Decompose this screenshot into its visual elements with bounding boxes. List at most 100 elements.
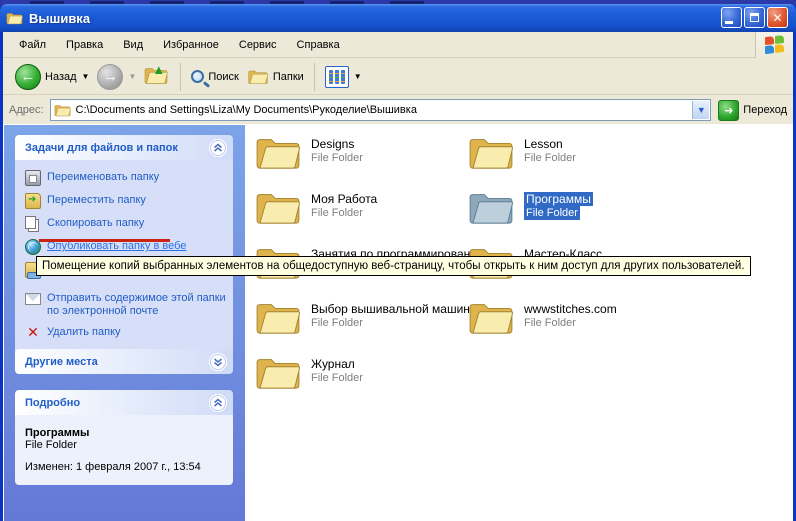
back-arrow-icon: ←: [15, 64, 41, 90]
details-modified: Изменен: 1 февраля 2007 г., 13:54: [25, 461, 223, 473]
views-button[interactable]: ▼: [321, 64, 366, 90]
collapse-chevron-icon[interactable]: [209, 394, 227, 412]
windows-logo-pane: [755, 32, 793, 58]
rename-icon: [25, 170, 41, 186]
address-bar: Адрес: C:\Documents and Settings\Liza\My…: [3, 96, 793, 125]
folder-tile-zhurnal[interactable]: ЖурналFile Folder: [255, 353, 460, 395]
file-folder-tasks-header[interactable]: Задачи для файлов и папок: [15, 135, 233, 160]
go-label: Переход: [743, 104, 787, 116]
file-folder-tasks-panel: Задачи для файлов и папок Переименовать …: [15, 135, 233, 358]
up-arrow-glyph: ▲: [152, 62, 165, 77]
folder-type: File Folder: [524, 151, 576, 165]
folder-tile-lesson[interactable]: LessonFile Folder: [468, 133, 673, 175]
task-copy-folder[interactable]: Скопировать папку: [25, 216, 227, 232]
address-path: C:\Documents and Settings\Liza\My Docume…: [76, 104, 417, 116]
close-button[interactable]: ✕: [767, 7, 788, 28]
address-label: Адрес:: [9, 104, 44, 116]
folder-tile-designs[interactable]: DesignsFile Folder: [255, 133, 460, 175]
title-bar[interactable]: Вышивка ✕: [0, 4, 796, 32]
folder-icon: [468, 298, 514, 336]
menu-tools[interactable]: Сервис: [229, 35, 287, 55]
explorer-window: Вышивка ✕ Файл Правка Вид Избранное Серв…: [0, 6, 796, 521]
back-label: Назад: [45, 71, 77, 83]
menu-file[interactable]: Файл: [9, 35, 56, 55]
folders-label: Папки: [273, 71, 304, 83]
details-body: Программы File Folder Изменен: 1 февраля…: [15, 415, 233, 485]
go-button[interactable]: ➜: [718, 100, 739, 121]
windows-flag-icon: [765, 35, 785, 55]
details-panel: Подробно Программы File Folder Изменен: …: [15, 390, 233, 485]
expand-chevron-icon[interactable]: [209, 353, 227, 371]
folder-icon-selected: [468, 188, 514, 226]
folder-icon: [255, 353, 301, 391]
folder-name: Designs: [311, 137, 363, 151]
folder-type: File Folder: [311, 316, 479, 330]
desktop-screenshot: Вышивка ✕ Файл Правка Вид Избранное Серв…: [0, 0, 796, 521]
folder-type: File Folder: [311, 151, 363, 165]
menu-favorites[interactable]: Избранное: [153, 35, 229, 55]
folders-button[interactable]: Папки: [243, 66, 308, 87]
menu-edit[interactable]: Правка: [56, 35, 113, 55]
folder-name: Lesson: [524, 137, 576, 151]
folders-view-icon: [247, 68, 269, 85]
email-icon: [25, 293, 41, 305]
folder-tile-programmy-selected[interactable]: ПрограммыFile Folder: [468, 188, 673, 230]
folder-tile-moya-rabota[interactable]: Моя РаботаFile Folder: [255, 188, 460, 230]
back-button[interactable]: ← Назад ▼: [11, 62, 93, 92]
menu-view[interactable]: Вид: [113, 35, 153, 55]
views-dropdown-icon: ▼: [354, 72, 362, 81]
task-rename-folder[interactable]: Переименовать папку: [25, 170, 227, 186]
folder-tile-wwwstitches[interactable]: wwwstitches.comFile Folder: [468, 298, 673, 340]
details-header[interactable]: Подробно: [15, 390, 233, 415]
toolbar-separator: [314, 63, 315, 91]
folder-icon: [255, 298, 301, 336]
folder-icon: [255, 188, 301, 226]
toolbar-separator: [180, 63, 181, 91]
minimize-button[interactable]: [721, 7, 742, 28]
search-label: Поиск: [208, 71, 238, 83]
search-icon: [191, 70, 204, 83]
maximize-button[interactable]: [744, 7, 765, 28]
forward-arrow-icon: →: [97, 64, 123, 90]
red-underline-annotation: [39, 239, 170, 242]
delete-icon: ✕: [25, 325, 41, 341]
details-folder-type: File Folder: [25, 439, 223, 451]
task-pane-sidebar: Задачи для файлов и папок Переименовать …: [4, 125, 245, 521]
folder-view: Задачи для файлов и папок Переименовать …: [3, 125, 793, 521]
folder-type: File Folder: [311, 371, 363, 385]
folder-name: wwwstitches.com: [524, 302, 617, 316]
menu-help[interactable]: Справка: [287, 35, 350, 55]
window-folder-icon: [6, 11, 23, 25]
window-title: Вышивка: [29, 11, 90, 26]
other-places-panel: Другие места: [15, 349, 233, 374]
folder-icon: [468, 133, 514, 171]
folder-type: File Folder: [524, 206, 580, 220]
folder-name: Журнал: [311, 357, 363, 371]
forward-button[interactable]: → ▼: [93, 62, 140, 92]
task-move-folder[interactable]: Переместить папку: [25, 193, 227, 209]
address-dropdown-button[interactable]: ▼: [692, 101, 709, 119]
file-folder-tasks-title: Задачи для файлов и папок: [25, 142, 178, 154]
tooltip: Помещение копий выбранных элементов на о…: [36, 256, 751, 276]
details-title: Подробно: [25, 397, 80, 409]
forward-dropdown-icon: ▼: [128, 72, 136, 81]
back-dropdown-icon[interactable]: ▼: [82, 72, 90, 81]
task-email-folder[interactable]: Отправить содержимое этой папки по элект…: [25, 291, 227, 318]
other-places-title: Другие места: [25, 356, 98, 368]
folder-icon: [255, 133, 301, 171]
copy-icon: [25, 216, 36, 229]
move-folder-icon: [25, 193, 41, 209]
menu-bar: Файл Правка Вид Избранное Сервис Справка: [3, 32, 793, 58]
views-icon: [325, 66, 349, 88]
tooltip-text: Помещение копий выбранных элементов на о…: [42, 260, 745, 272]
details-folder-name: Программы: [25, 427, 223, 439]
task-delete-folder[interactable]: ✕ Удалить папку: [25, 325, 227, 341]
address-folder-icon: [54, 103, 71, 117]
standard-toolbar: ← Назад ▼ → ▼ ▲ Поиск: [3, 59, 793, 95]
other-places-header[interactable]: Другие места: [15, 349, 233, 374]
up-button[interactable]: ▲: [140, 63, 174, 91]
search-button[interactable]: Поиск: [187, 68, 242, 85]
collapse-chevron-icon[interactable]: [209, 139, 227, 157]
address-input[interactable]: C:\Documents and Settings\Liza\My Docume…: [50, 99, 712, 121]
folder-tile-vybor-mashiny[interactable]: Выбор вышивальной машиныFile Folder: [255, 298, 460, 340]
